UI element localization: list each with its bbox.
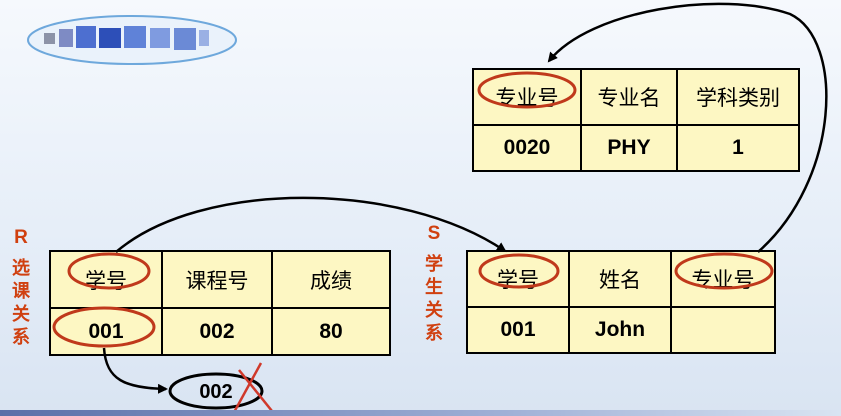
value-cell: 001: [466, 306, 570, 354]
relation-s-letter: S: [427, 223, 441, 244]
value-cell: 001: [49, 307, 163, 356]
header-cell: 学号: [49, 249, 163, 310]
value-cell: 0020: [472, 124, 582, 172]
rejected-value: 002: [199, 381, 232, 403]
header-cell: 专业号: [472, 67, 582, 127]
blurred-logo: [27, 15, 237, 65]
relation-r-label: R 选课关系: [9, 226, 33, 349]
cross-out-line: [230, 362, 263, 416]
student-relation-table: 学号 姓名 专业号 001 John: [466, 249, 776, 354]
table-row: 0020 PHY 1: [472, 124, 800, 172]
table-row: 001 John: [466, 306, 776, 354]
foreign-key-arrow-r-to-s: [115, 196, 507, 253]
value-cell: 80: [271, 307, 391, 356]
header-cell: 姓名: [568, 249, 672, 309]
course-selection-table: 学号 课程号 成绩 001 002 80: [49, 249, 391, 356]
header-cell: 学科类别: [676, 67, 800, 127]
header-cell: 学号: [466, 249, 570, 309]
header-cell: 课程号: [161, 249, 273, 310]
value-cell: PHY: [580, 124, 678, 172]
relation-s-label: S 学生关系: [422, 222, 446, 345]
relation-r-name: 选课关系: [12, 258, 30, 348]
relation-r-letter: R: [14, 227, 28, 248]
value-cell: 1: [676, 124, 800, 172]
table-header-row: 专业号 专业名 学科类别: [472, 67, 800, 127]
table-header-row: 学号 姓名 专业号: [466, 249, 776, 309]
header-cell: 专业号: [670, 249, 776, 309]
rejected-value-ellipse: [168, 372, 264, 410]
footer-bar: [0, 410, 841, 416]
table-row: 001 002 80: [49, 307, 391, 356]
header-cell: 专业名: [580, 67, 678, 127]
major-relation-table: 专业号 专业名 学科类别 0020 PHY 1: [472, 67, 800, 172]
relation-s-name: 学生关系: [425, 254, 443, 344]
table-header-row: 学号 课程号 成绩: [49, 249, 391, 310]
value-cell: [670, 306, 776, 354]
value-cell: John: [568, 306, 672, 354]
slide: R 选课关系 S 学生关系 专业号 专业名 学科类别 0020 PHY 1 学号…: [0, 0, 841, 416]
value-cell: 002: [161, 307, 273, 356]
header-cell: 成绩: [271, 249, 391, 310]
